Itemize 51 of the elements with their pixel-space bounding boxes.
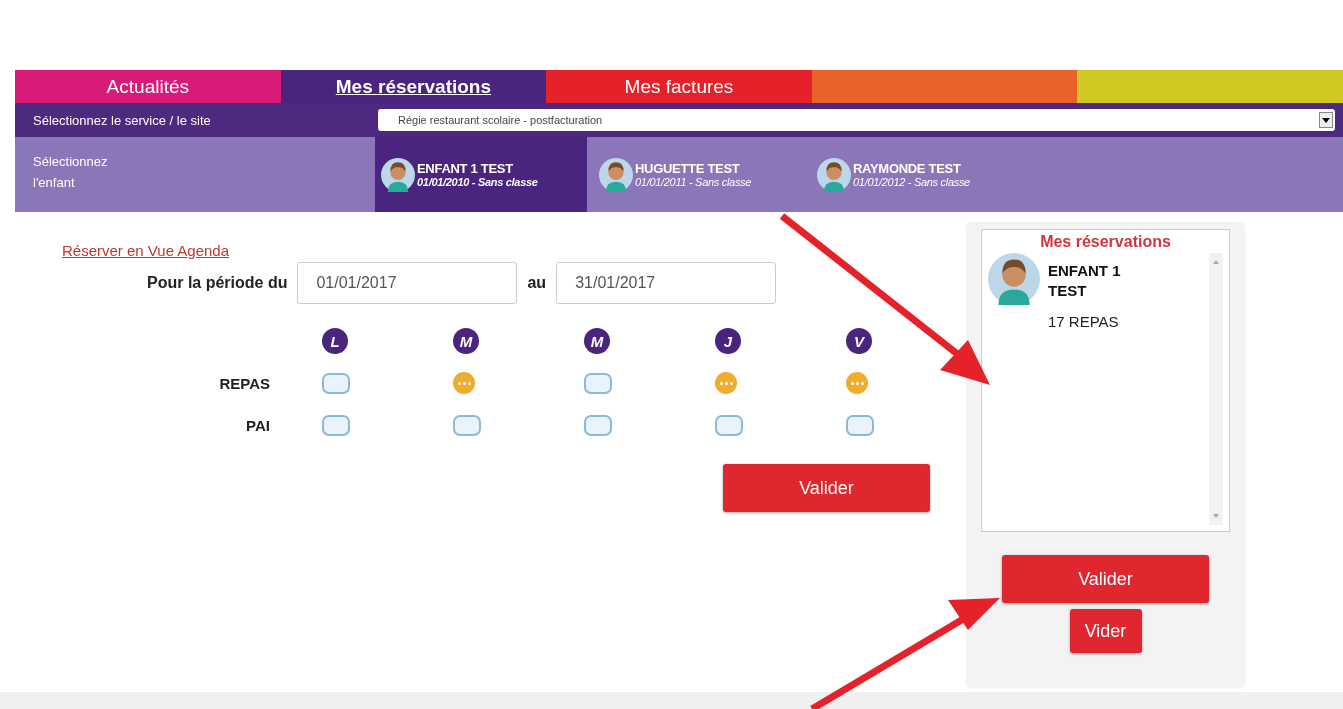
day-badge: M	[584, 328, 610, 354]
child-name: HUGUETTE TEST	[635, 161, 741, 176]
reservation-toggle[interactable]	[584, 414, 612, 436]
entry-count: 17 REPAS	[1048, 313, 1120, 330]
avatar-icon	[817, 157, 851, 192]
reserved-toggle[interactable]	[846, 372, 868, 394]
day-badge: L	[322, 328, 348, 354]
validate-button[interactable]: Valider	[723, 464, 930, 512]
child-info: 01/01/2012 - Sans classe	[853, 176, 970, 188]
reserved-toggle[interactable]	[715, 372, 737, 394]
day-badge: M	[453, 328, 479, 354]
avatar-icon	[381, 157, 415, 192]
child-info: 01/01/2011 - Sans classe	[635, 176, 752, 188]
summary-title: Mes réservations	[1039, 232, 1172, 252]
child-tab[interactable]: RAYMONDE TEST 01/01/2012 - Sans classe	[811, 137, 1023, 212]
date-field[interactable]: 31/01/2017	[556, 262, 777, 304]
day-badge: V	[846, 328, 872, 354]
scrollbar[interactable]	[1209, 253, 1223, 525]
day-badge: J	[715, 328, 741, 354]
nav-tab[interactable]: Mes réservations	[280, 70, 547, 103]
agenda-link[interactable]: Réserver en Vue Agenda	[62, 242, 230, 259]
date-field[interactable]: 01/01/2017	[297, 262, 518, 304]
clear-button[interactable]: Vider	[1069, 609, 1142, 653]
reservation-toggle[interactable]	[846, 414, 874, 436]
child-tab[interactable]: ENFANT 1 TEST 01/01/2010 - Sans classe	[375, 137, 587, 212]
scroll-up-icon[interactable]	[1212, 259, 1220, 265]
dropdown-icon[interactable]	[1319, 112, 1333, 128]
avatar-icon	[988, 253, 1040, 305]
child-name: ENFANT 1 TEST	[417, 161, 514, 176]
reservation-toggle[interactable]	[322, 372, 350, 394]
entry-name: ENFANT 1 TEST	[1048, 261, 1122, 301]
reservation-toggle[interactable]	[715, 414, 743, 436]
service-label: Sélectionnez le service / le site	[32, 112, 212, 128]
row-label: PAI	[245, 416, 271, 434]
reserved-toggle[interactable]	[453, 372, 475, 394]
row-label: REPAS	[218, 374, 271, 392]
nav-tab[interactable]: Mes factures	[546, 70, 812, 103]
reservation-toggle[interactable]	[453, 414, 481, 436]
service-select[interactable]: Régie restaurant scolaire - postfacturation	[378, 109, 1335, 131]
period-label: au	[527, 274, 547, 292]
scroll-down-icon[interactable]	[1212, 513, 1220, 519]
nav-tab[interactable]: Actualités	[15, 70, 281, 103]
reservation-toggle[interactable]	[322, 414, 350, 436]
child-info: 01/01/2010 - Sans classe	[417, 176, 538, 188]
child-label: Sélectionnez l'enfant	[32, 153, 109, 192]
reservation-toggle[interactable]	[584, 372, 612, 394]
period-label: Pour la période du	[147, 274, 288, 292]
child-name: RAYMONDE TEST	[853, 161, 962, 176]
child-tab[interactable]: HUGUETTE TEST 01/01/2011 - Sans classe	[593, 137, 805, 212]
avatar-icon	[599, 157, 633, 192]
validate-button[interactable]: Valider	[1002, 555, 1209, 603]
